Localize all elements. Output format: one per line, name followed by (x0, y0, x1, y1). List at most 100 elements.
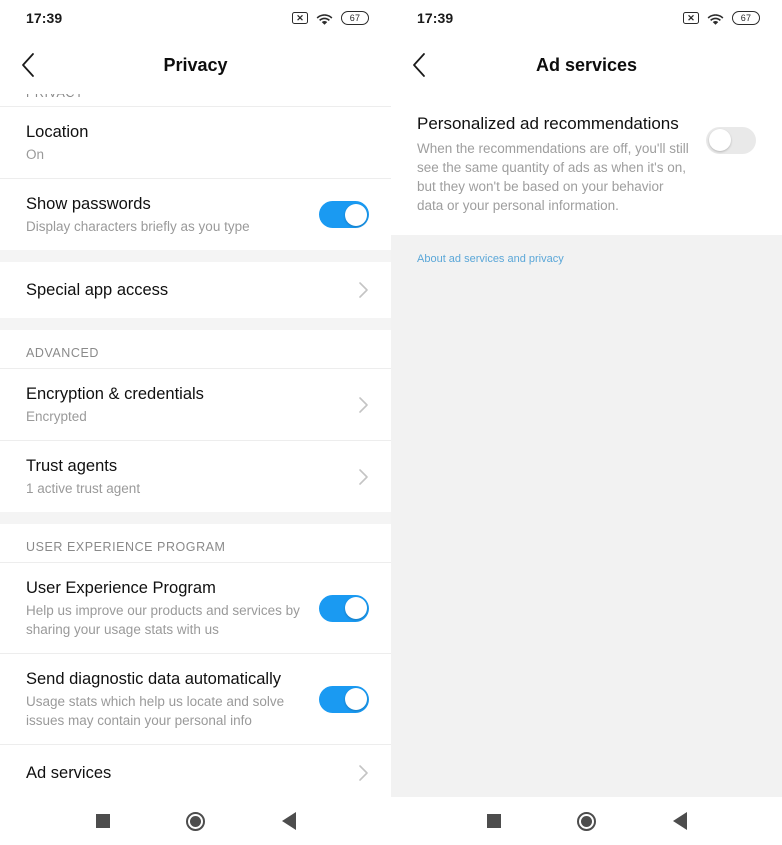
nav-bar-right (391, 797, 782, 845)
screen-privacy: 17:39 ✕ 67 Privacy Location On Show pass… (0, 0, 391, 845)
list-item-title: User Experience Program (26, 579, 216, 597)
back-nav-button[interactable] (658, 797, 702, 845)
silent-mode-glyph: ✕ (687, 12, 695, 23)
page-title: Privacy (163, 54, 228, 75)
wifi-icon (707, 12, 724, 25)
nav-bar-left (0, 797, 391, 845)
recents-square-icon (486, 814, 501, 828)
app-bar-left: Privacy (0, 36, 391, 94)
status-icons: ✕ 67 (292, 11, 369, 25)
status-icons: ✕ 67 (683, 11, 760, 25)
recents-button[interactable] (472, 797, 516, 845)
back-triangle-icon (281, 812, 296, 830)
section-header-privacy-clipped: PRIVACY (0, 94, 391, 99)
battery-level: 67 (349, 13, 361, 23)
back-triangle-icon (672, 812, 687, 830)
dual-screenshot: 17:39 ✕ 67 Privacy Location On Show pass… (0, 0, 782, 845)
status-bar-left: 17:39 ✕ 67 (0, 0, 391, 36)
section-divider (0, 318, 391, 330)
list-item-subtitle: On (26, 147, 45, 162)
section-header-user-experience-program: USER EXPERIENCE PROGRAM (0, 524, 391, 562)
battery-icon: 67 (732, 11, 760, 25)
list-item-title: Send diagnostic data automatically (26, 670, 281, 688)
silent-mode-icon: ✕ (292, 12, 308, 24)
toggle-personalized-ad-recommendations[interactable] (706, 126, 756, 154)
list-item-title: Location (26, 123, 89, 141)
recents-square-icon (95, 814, 110, 828)
toggle-knob (708, 129, 731, 151)
list-item-show-passwords[interactable]: Show passwords Display characters briefl… (0, 178, 391, 250)
list-item-title: Ad services (26, 763, 112, 782)
silent-mode-glyph: ✕ (296, 12, 304, 23)
row-text: Ad services (26, 762, 347, 784)
toggle-show-passwords[interactable] (319, 201, 369, 228)
home-button[interactable] (174, 797, 218, 845)
row-text: Location On (26, 121, 369, 164)
status-bar-right: 17:39 ✕ 67 (391, 0, 782, 36)
setting-toggle-wrap (706, 112, 756, 168)
list-item-send-diagnostic-data[interactable]: Send diagnostic data automatically Usage… (0, 653, 391, 744)
home-circle-icon (577, 811, 596, 831)
chevron-left-icon (413, 53, 425, 77)
silent-mode-icon: ✕ (683, 12, 699, 24)
row-text: Trust agents 1 active trust agent (26, 455, 347, 498)
ad-services-content: Personalized ad recommendations When the… (391, 94, 782, 797)
back-button[interactable] (0, 36, 56, 94)
about-link-area: About ad services and privacy (391, 235, 782, 797)
section-divider (0, 512, 391, 524)
home-circle-icon (186, 811, 205, 831)
list-item-subtitle: Help us improve our products and service… (26, 603, 300, 637)
home-circle-inner (190, 815, 201, 827)
list-item-location[interactable]: Location On (0, 106, 391, 178)
section-divider (0, 250, 391, 262)
row-text: Special app access (26, 279, 347, 301)
row-text: Encryption & credentials Encrypted (26, 383, 347, 426)
toggle-knob (344, 688, 367, 710)
list-item-subtitle: Usage stats which help us locate and sol… (26, 694, 285, 728)
list-item-ad-services[interactable]: Ad services (0, 744, 391, 797)
page-title: Ad services (535, 54, 638, 75)
battery-icon: 67 (341, 11, 369, 25)
list-item-trust-agents[interactable]: Trust agents 1 active trust agent (0, 440, 391, 512)
wifi-icon (316, 12, 333, 25)
back-nav-button[interactable] (267, 797, 311, 845)
chevron-right-icon (347, 281, 369, 299)
list-item-encryption-credentials[interactable]: Encryption & credentials Encrypted (0, 368, 391, 440)
toggle-knob (344, 203, 367, 226)
screen-ad-services: 17:39 ✕ 67 Ad services Personalized ad r… (391, 0, 782, 845)
section-header-advanced: ADVANCED (0, 330, 391, 368)
setting-text: Personalized ad recommendations When the… (417, 112, 706, 215)
chevron-right-icon (347, 764, 369, 782)
row-text: Send diagnostic data automatically Usage… (26, 668, 319, 730)
list-item-title: Special app access (26, 281, 169, 299)
list-item-title: Show passwords (26, 195, 151, 213)
status-time: 17:39 (417, 10, 454, 26)
setting-description: When the recommendations are off, you'll… (417, 141, 689, 213)
setting-title: Personalized ad recommendations (417, 114, 679, 133)
status-time: 17:39 (26, 10, 63, 26)
list-item-user-experience-program[interactable]: User Experience Program Help us improve … (0, 562, 391, 653)
list-item-title: Trust agents (26, 457, 118, 475)
row-text: Show passwords Display characters briefl… (26, 193, 319, 236)
list-item-title: Encryption & credentials (26, 385, 204, 403)
battery-level: 67 (740, 13, 752, 23)
chevron-right-icon (347, 396, 369, 414)
list-item-special-app-access[interactable]: Special app access (0, 262, 391, 318)
home-circle-inner (581, 815, 592, 827)
list-item-subtitle: Encrypted (26, 409, 87, 424)
row-text: User Experience Program Help us improve … (26, 577, 319, 639)
chevron-right-icon (347, 468, 369, 486)
toggle-send-diagnostic-data[interactable] (319, 685, 369, 713)
chevron-left-icon (22, 53, 34, 77)
settings-list[interactable]: PRIVACY Location On Show passwords Displ… (0, 94, 391, 797)
toggle-user-experience-program[interactable] (319, 594, 369, 622)
home-button[interactable] (565, 797, 609, 845)
about-ad-services-link[interactable]: About ad services and privacy (417, 253, 564, 265)
toggle-knob (344, 597, 367, 619)
list-item-subtitle: Display characters briefly as you type (26, 219, 250, 234)
list-item-subtitle: 1 active trust agent (26, 481, 141, 496)
back-button[interactable] (391, 36, 447, 94)
recents-button[interactable] (81, 797, 125, 845)
app-bar-right: Ad services (391, 36, 782, 94)
setting-personalized-ad-recommendations[interactable]: Personalized ad recommendations When the… (391, 94, 782, 235)
